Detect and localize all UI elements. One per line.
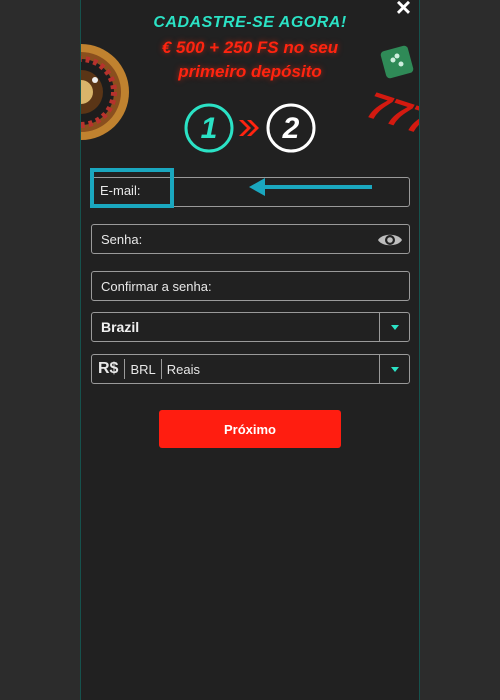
password-field[interactable]: Senha: <box>91 224 410 254</box>
step-1-number: 1 <box>201 112 218 145</box>
arrow-left-icon <box>249 178 372 196</box>
country-value: Brazil <box>101 319 140 335</box>
left-backdrop <box>0 0 80 700</box>
svg-text:777: 777 <box>363 85 419 139</box>
currency-symbol: R$ <box>98 360 119 377</box>
currency-dropdown-button[interactable] <box>379 355 409 383</box>
bonus-text-line2: primeiro depósito <box>178 62 322 81</box>
confirm-password-field[interactable]: Confirmar a senha: <box>91 271 410 301</box>
chevron-down-icon <box>390 366 399 372</box>
step-2-number: 2 <box>282 112 300 145</box>
country-dropdown-button[interactable] <box>379 313 409 341</box>
currency-name: Reais <box>166 361 200 377</box>
register-title: CADASTRE-SE AGORA! <box>153 14 347 31</box>
step-indicator: 1 2 <box>184 103 316 153</box>
chevron-down-icon <box>390 324 399 330</box>
password-label: Senha: <box>101 231 143 247</box>
country-select[interactable]: Brazil <box>91 312 410 342</box>
email-label: E-mail: <box>100 183 141 198</box>
next-button[interactable]: Próximo <box>159 410 341 448</box>
double-chevron-right-icon <box>239 120 259 136</box>
right-backdrop <box>420 0 500 700</box>
confirm-password-label: Confirmar a senha: <box>101 278 212 294</box>
slots-decoration: 777 <box>363 45 419 139</box>
bonus-text-line1: € 500 + 250 FS no seu <box>161 38 339 57</box>
currency-select[interactable]: R$ BRL Reais <box>91 354 410 384</box>
currency-code: BRL <box>130 361 156 377</box>
eye-icon[interactable] <box>377 231 403 249</box>
roulette-decoration <box>81 44 129 140</box>
registration-modal: 777 × CADASTRE-SE AGORA! € 500 + 250 FS … <box>80 0 420 700</box>
